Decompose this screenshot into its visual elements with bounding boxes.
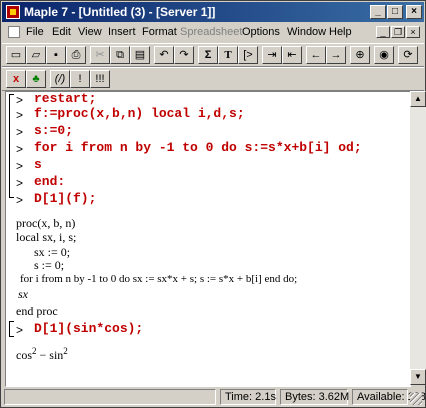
title-bar[interactable]: Maple 7 - [Untitled (3) - [Server 1]] _ … xyxy=(2,2,424,22)
status-message xyxy=(4,389,216,405)
output-expression: cos2 − sin2 xyxy=(16,346,68,363)
context-toolbar: x ♣ (/) ! !!! xyxy=(2,67,424,91)
outdent-icon[interactable]: ⇤ xyxy=(282,46,302,64)
prompt: > xyxy=(16,108,24,122)
status-available: Available: 108M xyxy=(352,389,426,405)
undo-icon[interactable]: ↶ xyxy=(154,46,174,64)
mdi-minimize-button[interactable]: _ xyxy=(376,26,390,38)
maple-app-icon[interactable] xyxy=(6,5,20,19)
execution-group-bracket[interactable] xyxy=(9,94,14,198)
print-icon[interactable]: ⎙ xyxy=(66,46,86,64)
output-line: end proc xyxy=(16,304,58,318)
command-line[interactable]: D[1](f); xyxy=(34,191,96,206)
prompt: > xyxy=(16,193,24,207)
menu-spreadsheet[interactable]: Spreadsheet xyxy=(180,26,242,38)
prompt: > xyxy=(16,323,24,337)
command-line[interactable]: f:=proc(x,b,n) local i,d,s; xyxy=(34,106,245,121)
output-line: s := 0; xyxy=(34,258,65,272)
worksheet-area[interactable]: > restart; > f:=proc(x,b,n) local i,d,s;… xyxy=(5,91,411,387)
execute-button[interactable]: ! xyxy=(70,70,90,88)
close-button[interactable]: × xyxy=(406,5,422,19)
insert-text-button[interactable]: T xyxy=(218,46,238,64)
cut-icon[interactable]: ✂ xyxy=(90,46,110,64)
output-exponent: 2 xyxy=(63,346,68,356)
menu-options[interactable]: Options xyxy=(242,26,280,38)
mdi-close-button[interactable]: × xyxy=(406,26,420,38)
prompt: > xyxy=(16,176,24,190)
command-line[interactable]: for i from n by -1 to 0 do s:=s*x+b[i] o… xyxy=(34,140,362,155)
output-line: sx xyxy=(18,287,28,301)
redo-icon[interactable]: ↷ xyxy=(174,46,194,64)
resize-grip-icon[interactable] xyxy=(410,393,422,405)
insert-math-button[interactable]: Σ xyxy=(198,46,218,64)
menu-window[interactable]: Window xyxy=(287,26,326,38)
status-bytes: Bytes: 3.62M xyxy=(280,389,349,405)
maple-leaf-icon[interactable]: ♣ xyxy=(26,70,46,88)
copy-icon[interactable]: ⧉ xyxy=(110,46,130,64)
scroll-up-icon[interactable]: ▲ xyxy=(410,91,426,107)
command-line[interactable]: restart; xyxy=(34,92,96,106)
minimize-button[interactable]: _ xyxy=(370,5,386,19)
menu-help[interactable]: Help xyxy=(329,26,352,38)
math-input-icon[interactable]: x xyxy=(6,70,26,88)
command-line[interactable]: s xyxy=(34,157,42,172)
output-cos: cos xyxy=(16,348,32,362)
menu-edit[interactable]: Edit xyxy=(52,26,71,38)
prompt: > xyxy=(16,125,24,139)
main-toolbar: ▭ ▱ ▪ ⎙ ✂ ⧉ ▤ ↶ ↷ Σ T [> ⇥ ⇤ ← → ⊕ ◉ ⟳ xyxy=(2,43,424,67)
window-title: Maple 7 - [Untitled (3) - [Server 1]] xyxy=(24,5,216,19)
execution-group-bracket[interactable] xyxy=(9,321,14,337)
menu-format[interactable]: Format xyxy=(142,26,177,38)
output-line: proc(x, b, n) xyxy=(16,216,76,230)
maple-window: Maple 7 - [Untitled (3) - [Server 1]] _ … xyxy=(0,0,426,408)
command-line[interactable]: s:=0; xyxy=(34,123,73,138)
status-bar: Time: 2.1s Bytes: 3.62M Available: 108M xyxy=(2,387,426,407)
maximize-button[interactable]: □ xyxy=(387,5,403,19)
mdi-controls: _ ❐ × xyxy=(375,26,420,38)
scroll-down-icon[interactable]: ▼ xyxy=(410,369,426,385)
indent-icon[interactable]: ⇥ xyxy=(262,46,282,64)
open-file-icon[interactable]: ▱ xyxy=(26,46,46,64)
command-line[interactable]: end: xyxy=(34,174,65,189)
back-button[interactable]: ← xyxy=(306,46,326,64)
status-time: Time: 2.1s xyxy=(220,389,276,405)
menu-view[interactable]: View xyxy=(78,26,102,38)
menu-insert[interactable]: Insert xyxy=(108,26,136,38)
prompt: > xyxy=(16,159,24,173)
menu-file[interactable]: File xyxy=(26,26,44,38)
new-file-icon[interactable]: ▭ xyxy=(6,46,26,64)
document-icon[interactable] xyxy=(8,26,20,38)
vertical-scrollbar[interactable]: ▲ ▼ xyxy=(410,91,426,385)
zoom-icon[interactable]: ⊕ xyxy=(350,46,370,64)
restart-icon[interactable]: ⟳ xyxy=(398,46,418,64)
execute-all-button[interactable]: !!! xyxy=(90,70,110,88)
prompt: > xyxy=(16,93,24,107)
paste-icon[interactable]: ▤ xyxy=(130,46,150,64)
mdi-restore-button[interactable]: ❐ xyxy=(391,26,405,38)
output-sin: − sin xyxy=(36,348,64,362)
stop-icon[interactable]: ◉ xyxy=(374,46,394,64)
output-line: for i from n by -1 to 0 do sx := sx*x + … xyxy=(20,273,298,285)
save-icon[interactable]: ▪ xyxy=(46,46,66,64)
menu-bar: File Edit View Insert Format Spreadsheet… xyxy=(2,23,424,42)
forward-button[interactable]: → xyxy=(326,46,346,64)
output-line: local sx, i, s; xyxy=(16,230,77,244)
function-button[interactable]: (/) xyxy=(50,70,70,88)
command-line[interactable]: D[1](sin*cos); xyxy=(34,321,143,336)
insert-prompt-button[interactable]: [> xyxy=(238,46,258,64)
prompt: > xyxy=(16,142,24,156)
